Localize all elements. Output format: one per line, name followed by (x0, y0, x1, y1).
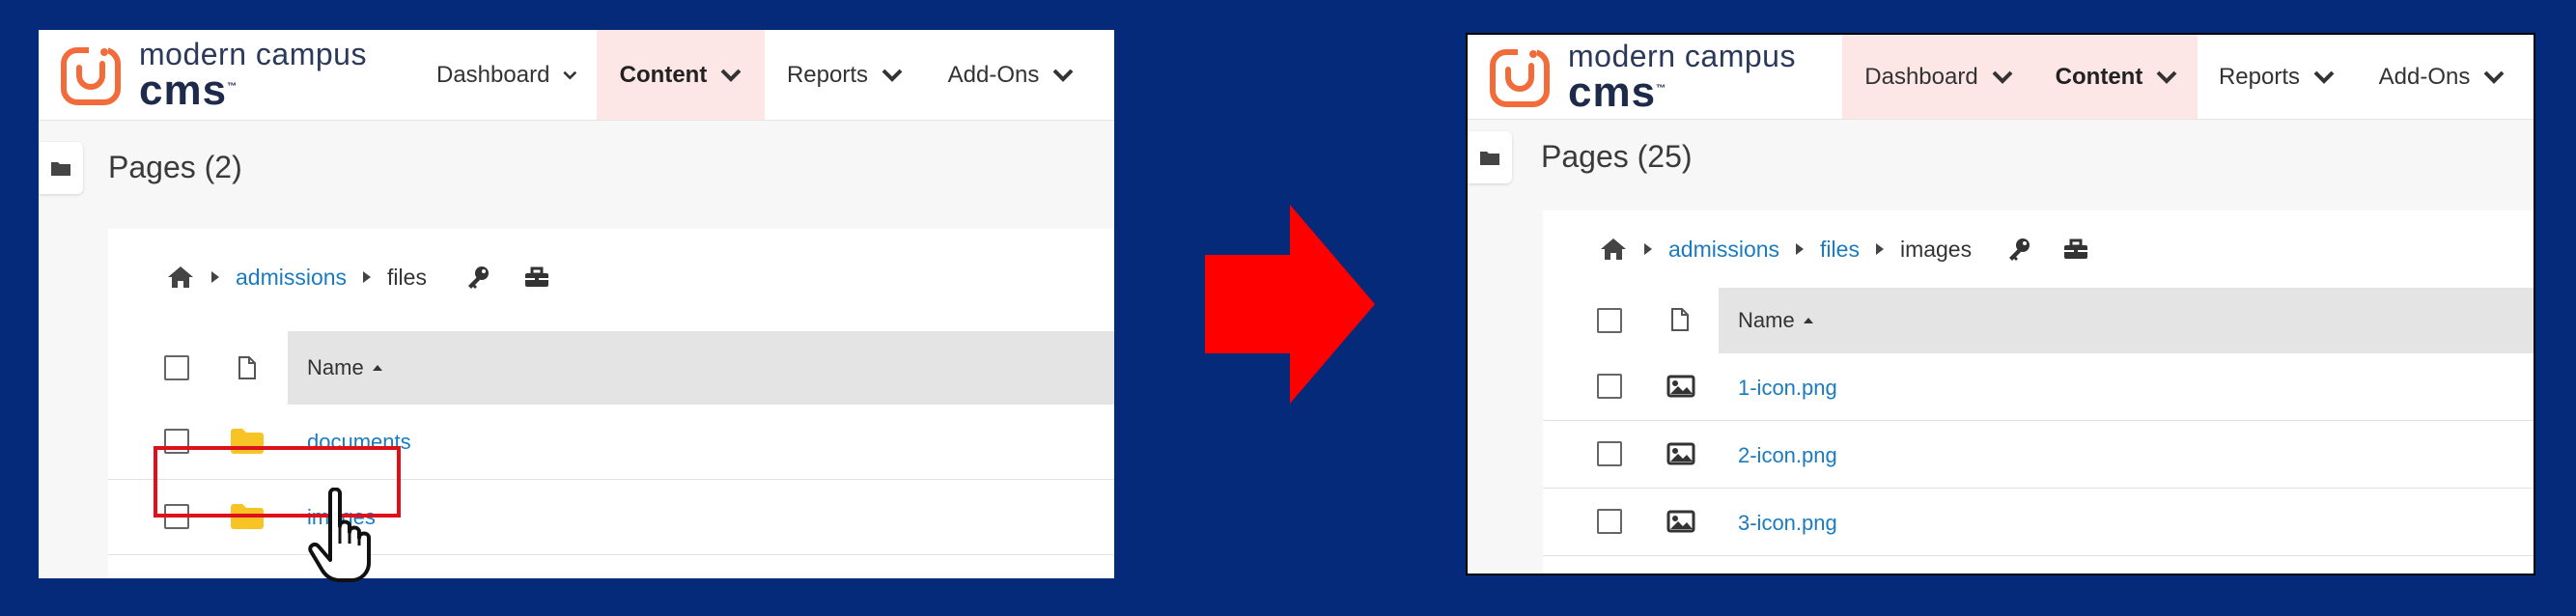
breadcrumb: admissions files images (1543, 230, 2534, 268)
name-column-header[interactable]: Name (288, 331, 1114, 405)
folder-toggle[interactable] (39, 142, 83, 194)
page-header: Pages (2) (39, 121, 1114, 229)
modern-campus-logo[interactable]: modern campus cms™ (1468, 35, 1842, 119)
toolbox-icon[interactable] (523, 266, 550, 289)
table-row[interactable]: 3-icon.png (1543, 489, 2534, 556)
folder-icon (51, 162, 70, 176)
nav-addons[interactable]: Add-Ons (925, 30, 1097, 120)
sort-ascending-icon (372, 365, 382, 371)
chevron-down-icon (1992, 70, 2013, 84)
image-icon (1666, 442, 1695, 465)
sort-ascending-icon (1803, 318, 1813, 323)
caret-right-icon (363, 271, 372, 283)
image-icon (1666, 510, 1695, 533)
page-title: Pages (2) (108, 150, 242, 184)
table-header: Name (1543, 288, 2534, 353)
nav-dashboard[interactable]: Dashboard (1842, 35, 2035, 119)
modern-campus-logo-icon (1490, 43, 1550, 107)
hand-pointer-cursor-icon (308, 488, 371, 582)
chevron-down-icon (2313, 70, 2335, 84)
top-navigation: modern campus cms™ Dashboard Content Rep… (1468, 35, 2534, 120)
table-header: Name (108, 331, 1114, 405)
logo-text-modern-campus: modern campus (139, 36, 367, 71)
chevron-down-icon (1052, 69, 1074, 82)
logo-text-modern-campus: modern campus (1568, 38, 1796, 73)
folder-toggle[interactable] (1468, 131, 1512, 183)
row-link-file[interactable]: 1-icon.png (1738, 376, 1837, 401)
logo-text-cms: cms™ (1568, 68, 1667, 116)
toolbox-icon[interactable] (2062, 238, 2089, 261)
page-title: Pages (25) (1541, 139, 1693, 174)
chevron-down-icon (2156, 70, 2177, 84)
file-list-card: admissions files Name documents images (108, 229, 1114, 578)
home-icon[interactable] (1599, 237, 1628, 262)
nav-content[interactable]: Content (2035, 35, 2198, 119)
nav-dashboard-label: Dashboard (436, 61, 550, 88)
home-icon[interactable] (166, 265, 195, 290)
logo-text-cms: cms™ (139, 66, 238, 114)
caret-right-icon (1644, 243, 1652, 255)
nav-reports[interactable]: Reports (2198, 35, 2356, 119)
table-row[interactable]: 1-icon.png (1543, 353, 2534, 421)
table-row[interactable]: 2-icon.png (1543, 421, 2534, 489)
nav-dashboard[interactable]: Dashboard (417, 30, 597, 120)
row-checkbox[interactable] (1597, 441, 1622, 466)
file-list-card: admissions files images Name 1-icon.png … (1543, 210, 2534, 574)
nav-addons-label: Add-Ons (2378, 63, 2471, 90)
select-all-checkbox[interactable] (1597, 308, 1622, 333)
name-column-header[interactable]: Name (1719, 288, 2534, 353)
modern-campus-logo[interactable]: modern campus cms™ (39, 30, 417, 120)
caret-right-icon (211, 271, 219, 283)
key-icon[interactable] (465, 265, 490, 290)
row-checkbox[interactable] (1597, 374, 1622, 399)
select-all-checkbox[interactable] (164, 355, 189, 380)
breadcrumb-current: files (387, 264, 427, 290)
breadcrumb-link-admissions[interactable]: admissions (236, 265, 347, 291)
chevron-down-icon (720, 69, 742, 82)
breadcrumb-link-files[interactable]: files (1820, 237, 1860, 263)
breadcrumb: admissions files (108, 258, 1114, 296)
nav-reports-label: Reports (786, 61, 869, 88)
chevron-down-icon (2483, 70, 2505, 84)
top-navigation: modern campus cms™ Dashboard Content Rep… (39, 30, 1114, 121)
image-icon (1666, 375, 1695, 398)
chevron-down-icon (563, 70, 577, 80)
nav-addons-label: Add-Ons (947, 61, 1040, 88)
breadcrumb-link-admissions[interactable]: admissions (1668, 237, 1779, 263)
chevron-down-icon (882, 69, 903, 82)
nav-content-label: Content (2055, 63, 2143, 90)
name-column-label: Name (1738, 308, 1795, 332)
caret-right-icon (1796, 243, 1805, 255)
cms-screenshot-after: modern campus cms™ Dashboard Content Rep… (1466, 33, 2535, 575)
nav-reports[interactable]: Reports (765, 30, 925, 120)
file-type-icon (238, 356, 256, 379)
file-type-icon (1671, 308, 1689, 331)
row-link-file[interactable]: 2-icon.png (1738, 443, 1837, 468)
name-column-label: Name (307, 355, 364, 379)
nav-reports-label: Reports (2218, 63, 2301, 90)
row-checkbox[interactable] (1597, 509, 1622, 534)
page-header: Pages (25) (1468, 120, 2534, 220)
key-icon[interactable] (2006, 237, 2031, 262)
nav-content[interactable]: Content (597, 30, 765, 120)
breadcrumb-current: images (1899, 236, 1973, 262)
modern-campus-logo-icon (61, 42, 121, 105)
nav-dashboard-label: Dashboard (1864, 63, 1978, 90)
nav-content-label: Content (619, 61, 708, 88)
arrow-right-icon (1205, 205, 1375, 404)
caret-right-icon (1875, 243, 1884, 255)
nav-addons[interactable]: Add-Ons (2356, 35, 2528, 119)
folder-icon (1480, 152, 1499, 165)
row-link-file[interactable]: 3-icon.png (1738, 511, 1837, 536)
